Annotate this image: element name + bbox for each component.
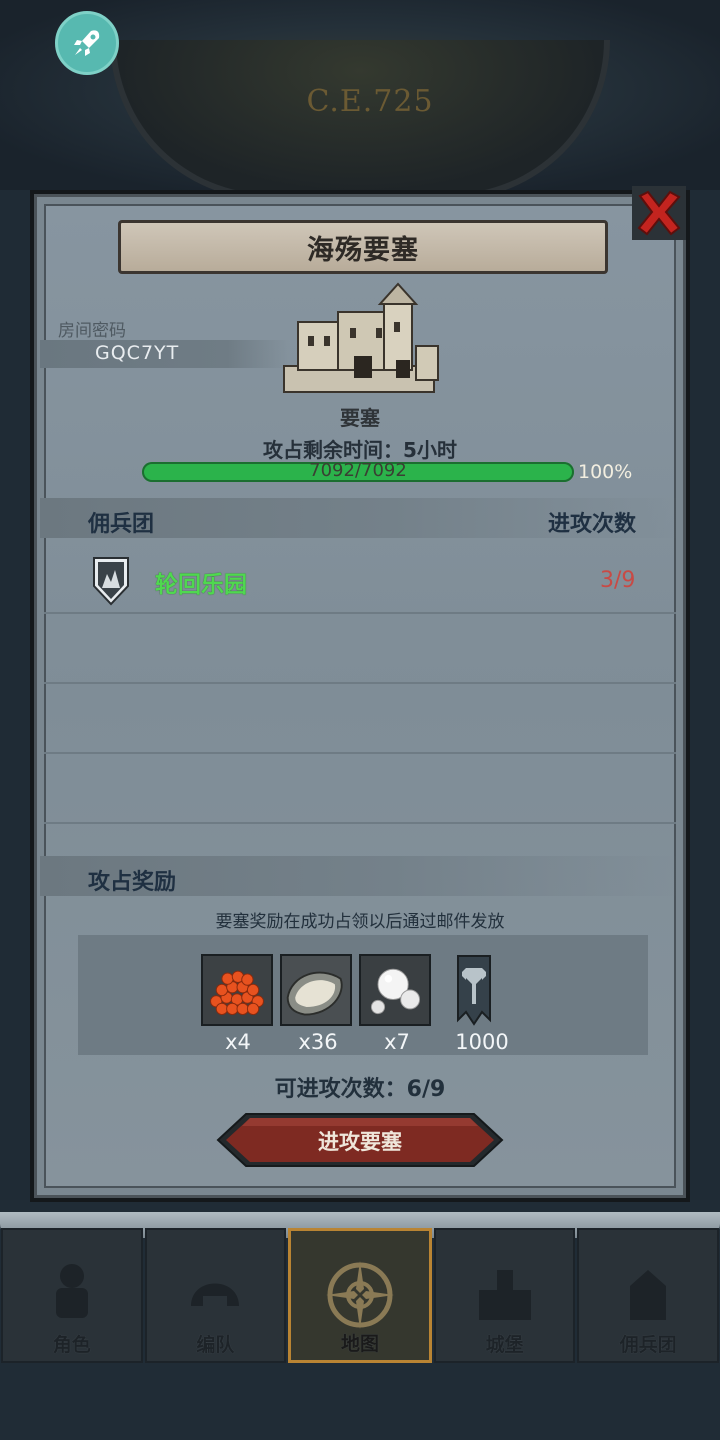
nav-label-character: 角色 [52, 1334, 91, 1356]
mercenary-name: 轮回乐园 [155, 572, 247, 598]
nav-label-castle: 城堡 [485, 1334, 524, 1356]
mercenary-icon [630, 1270, 667, 1320]
mercenary-attack-count: 3/9 [600, 568, 636, 593]
bottom-nav: 角色 编队 地图 城堡 佣兵团 [0, 1228, 720, 1363]
capture-time-remaining: 攻占剩余时间：5小时 [263, 438, 457, 462]
helmet-icon [191, 1283, 240, 1306]
nav-tab-formation[interactable]: 编队 [144, 1228, 287, 1363]
attack-button-label: 进攻要塞 [318, 1130, 402, 1154]
rocket-icon [74, 30, 100, 56]
castle-icon [478, 1270, 531, 1320]
dialog-title: 海殇要塞 [307, 234, 419, 266]
empty-mercenary-row [44, 614, 676, 684]
reward-slot-oyster[interactable] [280, 954, 352, 1026]
nav-label-map: 地图 [340, 1333, 379, 1355]
dialog-title-banner: 海殇要塞 [118, 220, 608, 274]
reward-slot-pearl[interactable] [359, 954, 431, 1026]
fortress-castle-icon [283, 282, 439, 393]
empty-mercenary-row [44, 754, 676, 824]
fortress-type-label: 要塞 [340, 406, 380, 430]
fortress-hp-percent: 100% [578, 461, 633, 483]
reward-slot-roe[interactable] [201, 954, 273, 1026]
banner-icon [457, 955, 491, 1026]
knight-icon [55, 1264, 88, 1318]
rocket-button[interactable] [55, 11, 119, 75]
nav-tab-mercenary[interactable]: 佣兵团 [577, 1228, 719, 1363]
era-label: C.E.725 [306, 84, 434, 119]
reward-slot-banner[interactable] [438, 954, 510, 1026]
attack-fortress-button[interactable]: 进攻要塞 [216, 1112, 504, 1168]
mercenary-shield-icon [93, 557, 129, 606]
empty-mercenary-row [44, 684, 676, 754]
attack-count-column-header: 进攻次数 [548, 512, 637, 537]
nav-tab-castle[interactable]: 城堡 [433, 1228, 576, 1363]
room-password-value[interactable]: GQC7YT [95, 342, 179, 364]
roe-icon [203, 956, 271, 1024]
compass-icon [325, 1261, 394, 1329]
close-button[interactable] [632, 186, 686, 240]
available-attack-count: 可进攻次数：6/9 [274, 1077, 446, 1102]
oyster-icon [282, 956, 350, 1024]
nav-tab-map[interactable]: 地图 [288, 1228, 432, 1363]
nav-tab-character[interactable]: 角色 [1, 1228, 143, 1363]
reward-section-title: 攻占奖励 [88, 870, 177, 895]
reward-note: 要塞奖励在成功占领以后通过邮件发放 [215, 912, 505, 932]
room-password-label: 房间密码 [58, 321, 126, 341]
mercenary-row[interactable] [44, 544, 676, 614]
mercenary-column-header: 佣兵团 [88, 512, 155, 537]
nav-label-mercenary: 佣兵团 [619, 1334, 677, 1356]
pearl-icon [361, 956, 429, 1024]
nav-label-formation: 编队 [196, 1334, 235, 1356]
reward-qty-banner: 1000 [455, 1030, 509, 1054]
fortress-hp-value: 7092/7092 [309, 460, 407, 481]
